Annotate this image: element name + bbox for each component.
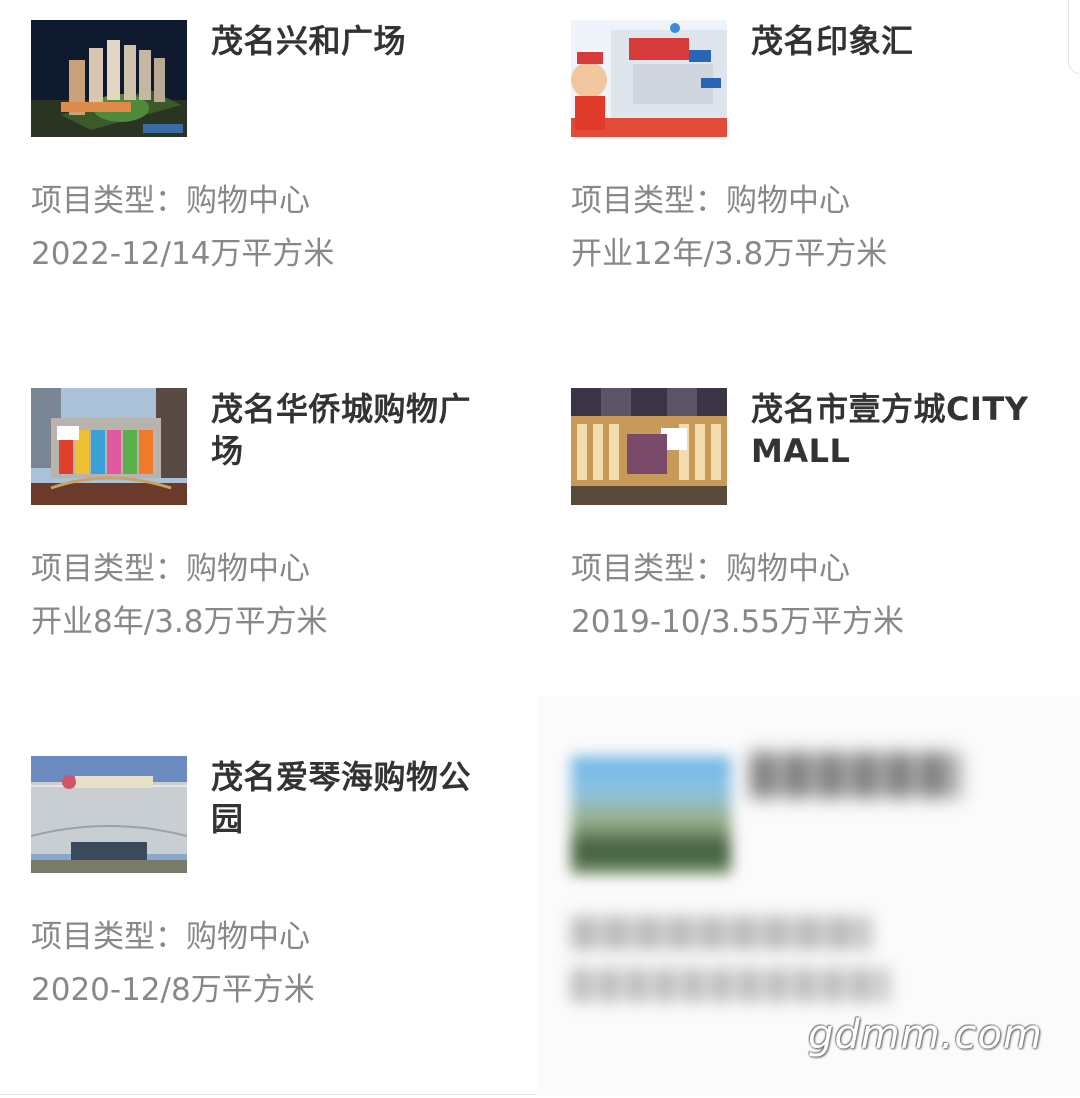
project-type: 项目类型：购物中心 [31, 183, 310, 219]
row-divider [0, 1094, 540, 1095]
blurred-type-line [571, 916, 871, 950]
project-title[interactable]: 茂名市壹方城CITY MALL [751, 388, 1041, 472]
blurred-info-line [571, 968, 889, 1002]
blurred-thumbnail [571, 756, 731, 874]
project-title[interactable]: 茂名华侨城购物广场 [211, 388, 501, 472]
project-thumbnail[interactable] [571, 388, 727, 505]
project-type: 项目类型：购物中心 [571, 183, 850, 219]
project-card[interactable]: 茂名爱琴海购物公园 项目类型：购物中心 2020-12/8万平方米 [0, 726, 540, 1094]
project-card[interactable]: 茂名市壹方城CITY MALL 项目类型：购物中心 2019-10/3.55万平… [540, 358, 1080, 696]
project-title[interactable]: 茂名爱琴海购物公园 [211, 756, 501, 840]
project-info: 2020-12/8万平方米 [31, 972, 315, 1008]
project-info: 开业12年/3.8万平方米 [571, 236, 888, 272]
project-card[interactable]: 茂名兴和广场 项目类型：购物中心 2022-12/14万平方米 [0, 0, 540, 358]
project-info: 2022-12/14万平方米 [31, 236, 335, 272]
project-thumbnail[interactable] [31, 756, 187, 873]
project-type: 项目类型：购物中心 [31, 919, 310, 955]
site-watermark: gdmm.com [808, 1012, 1043, 1058]
project-info: 2019-10/3.55万平方米 [571, 604, 904, 640]
project-type: 项目类型：购物中心 [31, 551, 310, 587]
project-title[interactable]: 茂名印象汇 [751, 20, 1041, 62]
project-thumbnail[interactable] [31, 20, 187, 137]
project-card[interactable]: 茂名华侨城购物广场 项目类型：购物中心 开业8年/3.8万平方米 [0, 358, 540, 726]
scroll-edge-indicator [1068, 0, 1080, 74]
project-info: 开业8年/3.8万平方米 [31, 604, 328, 640]
project-title[interactable]: 茂名兴和广场 [211, 20, 501, 62]
blurred-title [750, 752, 960, 798]
project-thumbnail[interactable] [31, 388, 187, 505]
project-thumbnail[interactable] [571, 20, 727, 137]
project-card[interactable]: 茂名印象汇 项目类型：购物中心 开业12年/3.8万平方米 [540, 0, 1080, 358]
project-type: 项目类型：购物中心 [571, 551, 850, 587]
